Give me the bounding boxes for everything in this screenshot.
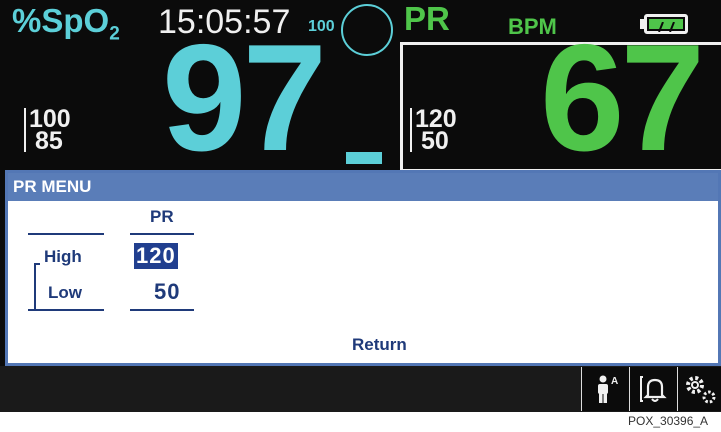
patient-mode-button[interactable]: A	[581, 367, 629, 411]
spo2-value: 97	[162, 13, 327, 183]
spo2-label-main: %SpO	[12, 2, 110, 39]
signal-strength-icon	[341, 4, 393, 56]
figure-caption: POX_30396_A	[628, 414, 709, 428]
alarm-bell-icon	[639, 376, 667, 402]
patient-mode-superscript: A	[611, 376, 618, 387]
spo2-alarm-limits: 100 85	[24, 107, 71, 155]
header-divider	[130, 233, 194, 235]
pr-menu-dialog: PR MENU PR High 120 Low 50 Return	[5, 170, 721, 366]
settings-button[interactable]	[677, 367, 721, 411]
high-limit-value[interactable]: 120	[134, 243, 178, 269]
limits-bracket	[34, 263, 40, 309]
settings-gears-icon	[685, 376, 715, 404]
label-divider-top	[28, 233, 104, 235]
low-limit-value[interactable]: 50	[154, 279, 180, 305]
pr-alarm-limits: 120 50	[410, 107, 457, 155]
pulse-amplitude-bar	[346, 152, 382, 164]
low-limit-label: Low	[48, 283, 82, 302]
menu-title: PR MENU	[8, 173, 718, 201]
vitals-panel: %SpO2 15:05:57 100 97 100 85 PR BPM 67 1…	[0, 0, 721, 174]
pr-value: 67	[540, 13, 705, 183]
menu-body: PR High 120 Low 50 Return	[8, 201, 718, 363]
return-button[interactable]: Return	[352, 335, 407, 355]
pr-label: PR	[404, 0, 450, 37]
column-header-pr: PR	[150, 207, 174, 226]
label-divider-bottom	[28, 309, 104, 311]
spo2-label-sub: 2	[109, 23, 120, 45]
bottom-toolbar: A	[0, 366, 721, 412]
spo2-label: %SpO2	[12, 2, 120, 46]
monitor-screen: %SpO2 15:05:57 100 97 100 85 PR BPM 67 1…	[0, 0, 721, 412]
alarm-button[interactable]	[629, 367, 677, 411]
patient-mode-icon: A	[597, 375, 618, 403]
high-limit-label: High	[44, 247, 82, 266]
spo2-limit-low: 85	[35, 127, 63, 155]
pr-limit-low: 50	[421, 127, 449, 155]
value-divider-bottom	[130, 309, 194, 311]
